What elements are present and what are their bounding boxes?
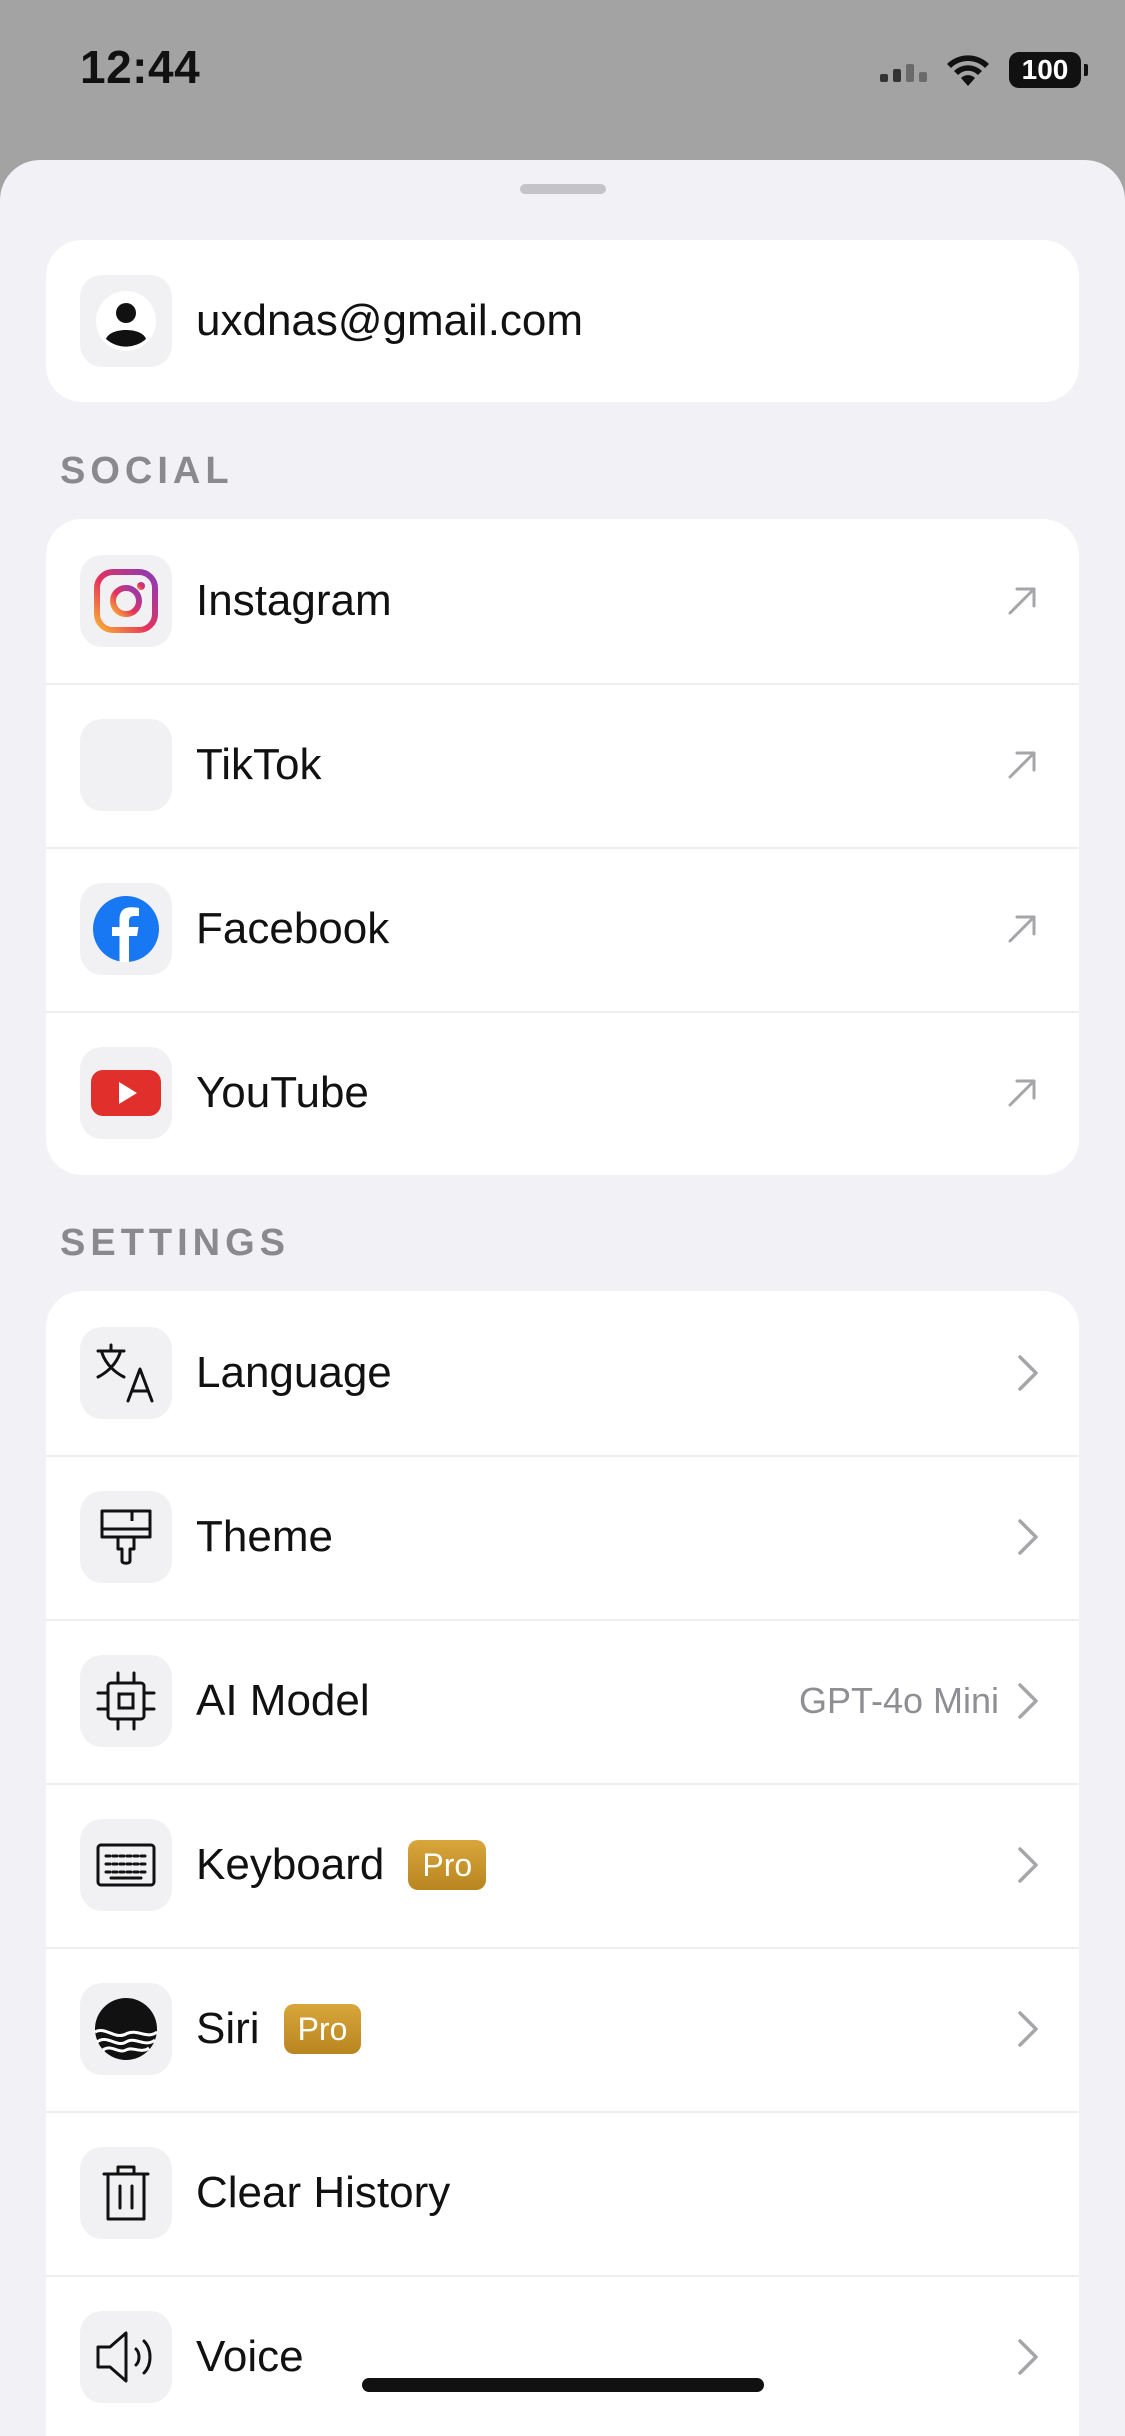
settings-item-language[interactable]: Language	[46, 1291, 1079, 1455]
speaker-icon	[96, 2331, 152, 2383]
chevron-right-icon	[1018, 1519, 1038, 1555]
tiktok-icon	[80, 719, 172, 811]
external-link-icon	[1008, 1079, 1036, 1107]
keyboard-icon	[96, 1843, 156, 1887]
social-item-tiktok[interactable]: TikTok	[46, 683, 1079, 847]
external-link-icon	[1008, 751, 1036, 779]
settings-item-theme[interactable]: Theme	[46, 1455, 1079, 1619]
settings-item-clear-history[interactable]: Clear History	[46, 2111, 1079, 2275]
account-email: uxdnas@gmail.com	[196, 296, 584, 345]
user-avatar-icon	[96, 291, 156, 351]
youtube-icon	[91, 1070, 161, 1116]
section-title-social: SOCIAL	[60, 450, 234, 492]
chevron-right-icon	[1018, 2339, 1038, 2375]
settings-card: Language Theme AI Model GPT-4o Mini Keyb…	[46, 1291, 1079, 2436]
paint-brush-icon	[100, 1509, 152, 1565]
settings-item-voice[interactable]: Voice	[46, 2275, 1079, 2436]
social-item-youtube[interactable]: YouTube	[46, 1011, 1079, 1175]
chevron-right-icon	[1018, 1355, 1038, 1391]
social-item-instagram[interactable]: Instagram	[46, 519, 1079, 683]
external-link-icon	[1008, 587, 1036, 615]
account-card: uxdnas@gmail.com	[46, 240, 1079, 402]
settings-item-siri[interactable]: Siri Pro	[46, 1947, 1079, 2111]
settings-sheet: uxdnas@gmail.com SOCIAL Instagram TikTok…	[0, 160, 1125, 2436]
external-link-icon	[1008, 915, 1036, 943]
ai-model-value: GPT-4o Mini	[798, 1680, 999, 1721]
pro-badge: Pro	[283, 2004, 362, 2054]
status-bar: 12:44 100	[0, 0, 1125, 140]
status-icons: 100	[880, 48, 1088, 92]
cellular-signal-icon	[880, 58, 927, 82]
home-indicator[interactable]	[362, 2378, 764, 2392]
trash-icon	[102, 2165, 150, 2221]
translate-icon	[96, 1343, 154, 1403]
settings-item-ai-model[interactable]: AI Model GPT-4o Mini	[46, 1619, 1079, 1783]
chip-icon	[96, 1671, 156, 1731]
sheet-grabber[interactable]	[520, 184, 606, 194]
battery-icon: 100	[1009, 52, 1088, 88]
avatar	[80, 275, 172, 367]
battery-level: 100	[1021, 54, 1069, 85]
siri-icon	[94, 1998, 158, 2060]
chevron-right-icon	[1018, 1847, 1038, 1883]
account-row[interactable]: uxdnas@gmail.com	[46, 240, 1079, 402]
chevron-right-icon	[1018, 1683, 1038, 1719]
chevron-right-icon	[1018, 2011, 1038, 2047]
pro-badge: Pro	[408, 1840, 487, 1890]
wifi-icon	[947, 55, 989, 86]
social-card: Instagram TikTok Facebook YouTube	[46, 519, 1079, 1175]
settings-item-keyboard[interactable]: Keyboard Pro	[46, 1783, 1079, 1947]
status-time: 12:44	[80, 41, 201, 93]
section-title-settings: SETTINGS	[60, 1222, 291, 1264]
instagram-icon	[94, 569, 158, 633]
social-item-facebook[interactable]: Facebook	[46, 847, 1079, 1011]
facebook-icon	[93, 896, 159, 962]
